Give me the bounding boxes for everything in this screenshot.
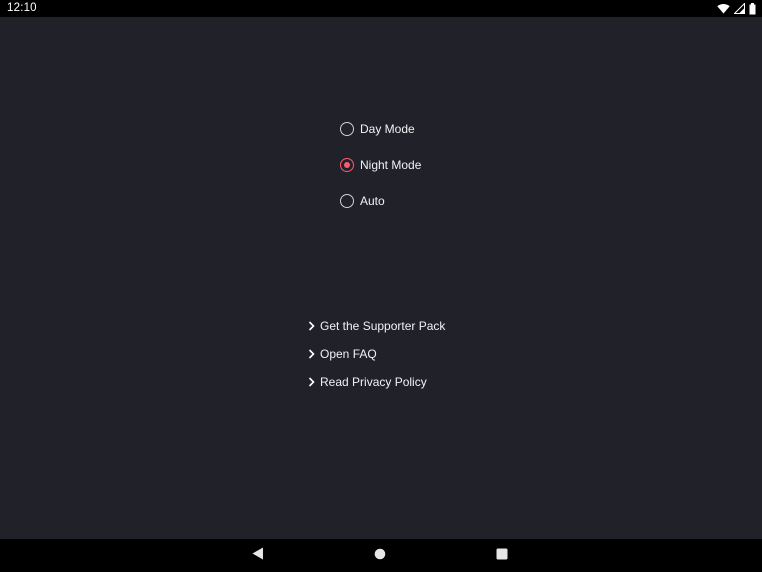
recents-button[interactable]: [482, 539, 522, 572]
status-bar: 12:10: [0, 0, 762, 17]
status-time: 12:10: [7, 2, 37, 14]
chevron-right-icon: [306, 372, 316, 392]
back-icon: [252, 547, 264, 565]
link-label[interactable]: Get the Supporter Pack: [320, 316, 445, 336]
signal-icon: [734, 3, 745, 14]
recents-icon: [496, 547, 508, 565]
home-icon: [374, 547, 386, 565]
link-open-faq[interactable]: Open FAQ: [306, 344, 445, 372]
back-button[interactable]: [238, 539, 278, 572]
home-button[interactable]: [360, 539, 400, 572]
radio-unchecked-icon[interactable]: [340, 122, 354, 136]
wifi-icon: [717, 3, 730, 14]
app-screen: 12:10 Day Mode Night Mode Auto Get the S…: [0, 0, 762, 572]
chevron-right-icon: [306, 316, 316, 336]
radio-checked-icon[interactable]: [340, 158, 354, 172]
radio-auto[interactable]: Auto: [339, 191, 421, 227]
link-label[interactable]: Read Privacy Policy: [320, 372, 427, 392]
radio-label: Day Mode: [360, 122, 415, 136]
radio-label: Night Mode: [360, 158, 422, 172]
radio-night-mode[interactable]: Night Mode: [339, 155, 421, 191]
navigation-bar: [0, 539, 762, 572]
link-privacy-policy[interactable]: Read Privacy Policy: [306, 372, 445, 400]
link-label[interactable]: Open FAQ: [320, 344, 377, 364]
link-supporter-pack[interactable]: Get the Supporter Pack: [306, 316, 445, 344]
chevron-right-icon: [306, 344, 316, 364]
theme-radio-group: Day Mode Night Mode Auto: [339, 119, 421, 227]
radio-unchecked-icon[interactable]: [340, 194, 354, 208]
links-list: Get the Supporter Pack Open FAQ Read Pri…: [306, 316, 445, 400]
radio-dot-icon: [344, 162, 350, 168]
status-icons: [717, 2, 756, 15]
battery-icon: [749, 2, 756, 15]
radio-label: Auto: [360, 194, 385, 208]
radio-day-mode[interactable]: Day Mode: [339, 119, 421, 155]
